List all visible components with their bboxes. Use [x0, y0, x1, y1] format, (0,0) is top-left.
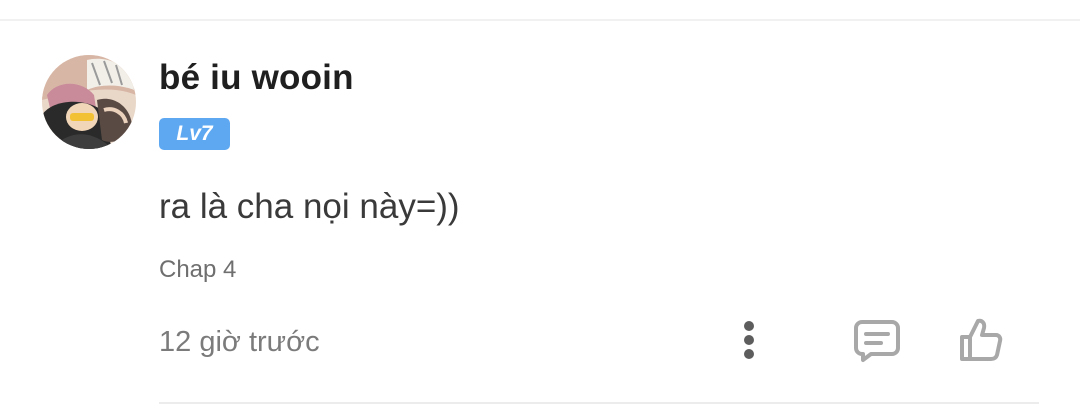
- bottom-divider: [159, 402, 1039, 404]
- more-options-button[interactable]: [733, 318, 765, 362]
- top-divider: [0, 19, 1080, 21]
- username[interactable]: bé iu wooin: [159, 58, 354, 98]
- timestamp: 12 giờ trước: [159, 326, 320, 358]
- avatar-image: [42, 55, 136, 149]
- thumbs-up-icon: [960, 318, 1003, 361]
- comment-icon: [854, 320, 900, 362]
- avatar[interactable]: [42, 55, 136, 149]
- like-button[interactable]: [955, 314, 1007, 366]
- reply-button[interactable]: [850, 316, 904, 366]
- more-vertical-icon: [744, 321, 754, 359]
- chapter-label[interactable]: Chap 4: [159, 256, 236, 284]
- level-badge: Lv7: [159, 118, 230, 150]
- comment-text: ra là cha nọi này=)): [159, 187, 460, 226]
